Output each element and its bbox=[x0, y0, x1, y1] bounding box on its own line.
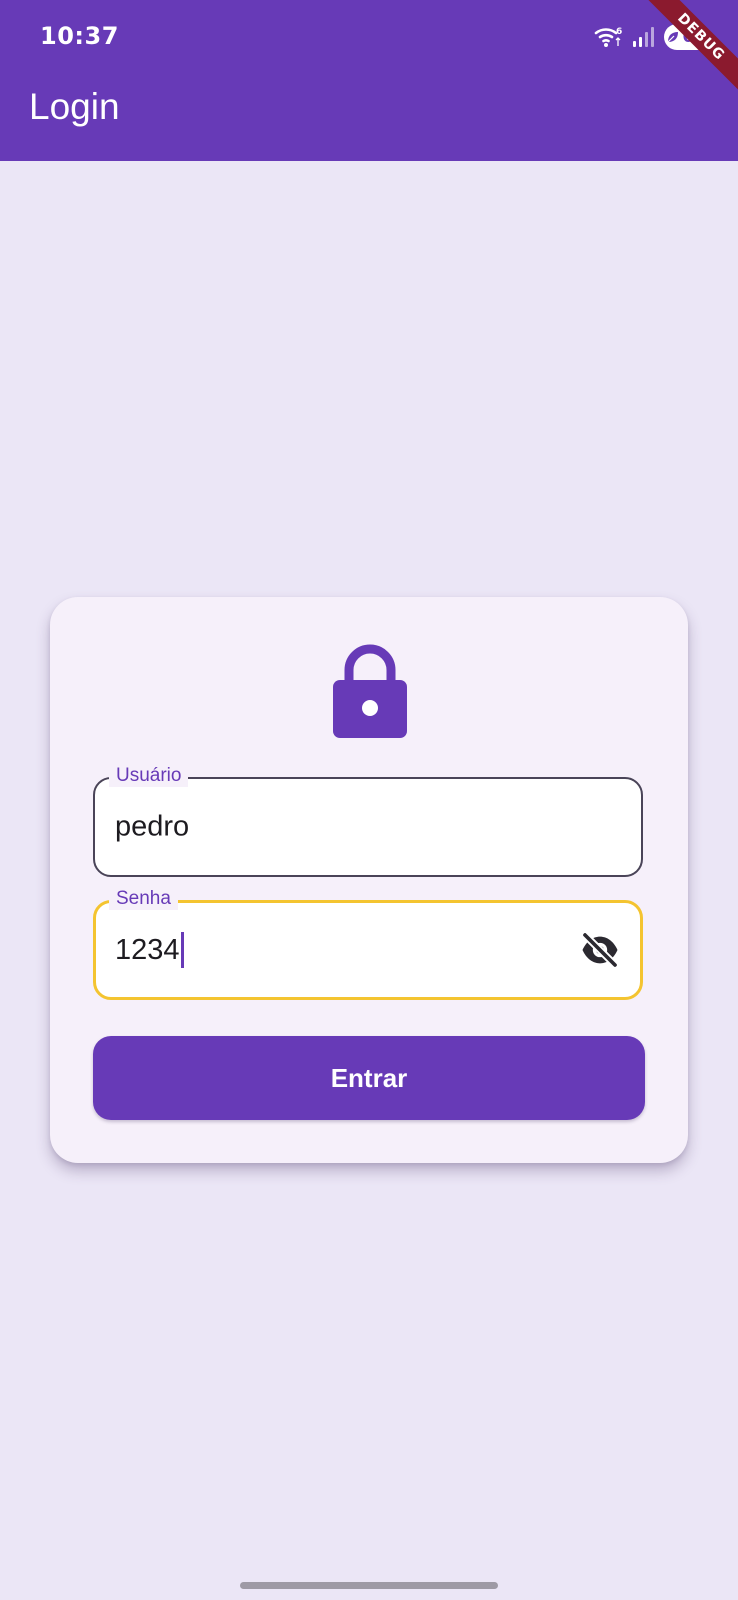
password-value: 1234 bbox=[115, 933, 180, 966]
page-title: Login bbox=[29, 86, 120, 127]
battery-saver-leaf-icon bbox=[667, 32, 679, 43]
submit-button[interactable]: Entrar bbox=[93, 1036, 645, 1120]
status-time: 10:37 bbox=[40, 22, 119, 50]
status-icons: 6 64 bbox=[594, 24, 710, 50]
battery-indicator: 64 bbox=[664, 24, 710, 50]
app-bar: 10:37 6 64 Login bbox=[0, 0, 738, 161]
signal-icon bbox=[633, 27, 654, 47]
username-field[interactable]: Usuário pedro bbox=[93, 765, 643, 877]
login-card: Usuário pedro Senha 1234 Entrar bbox=[50, 597, 688, 1163]
password-input[interactable]: 1234 bbox=[115, 932, 184, 968]
lock-icon bbox=[333, 644, 407, 738]
battery-level: 64 bbox=[682, 27, 706, 47]
text-cursor bbox=[180, 932, 184, 968]
wifi-icon: 6 bbox=[594, 27, 622, 47]
username-value: pedro bbox=[115, 810, 190, 843]
username-label: Usuário bbox=[109, 765, 189, 787]
password-field[interactable]: Senha 1234 bbox=[93, 888, 643, 1000]
wifi-badge: 6 bbox=[616, 27, 622, 37]
eye-off-icon[interactable] bbox=[580, 930, 620, 970]
home-indicator[interactable] bbox=[240, 1582, 498, 1589]
password-label: Senha bbox=[109, 888, 178, 910]
username-input[interactable]: pedro bbox=[115, 811, 189, 844]
